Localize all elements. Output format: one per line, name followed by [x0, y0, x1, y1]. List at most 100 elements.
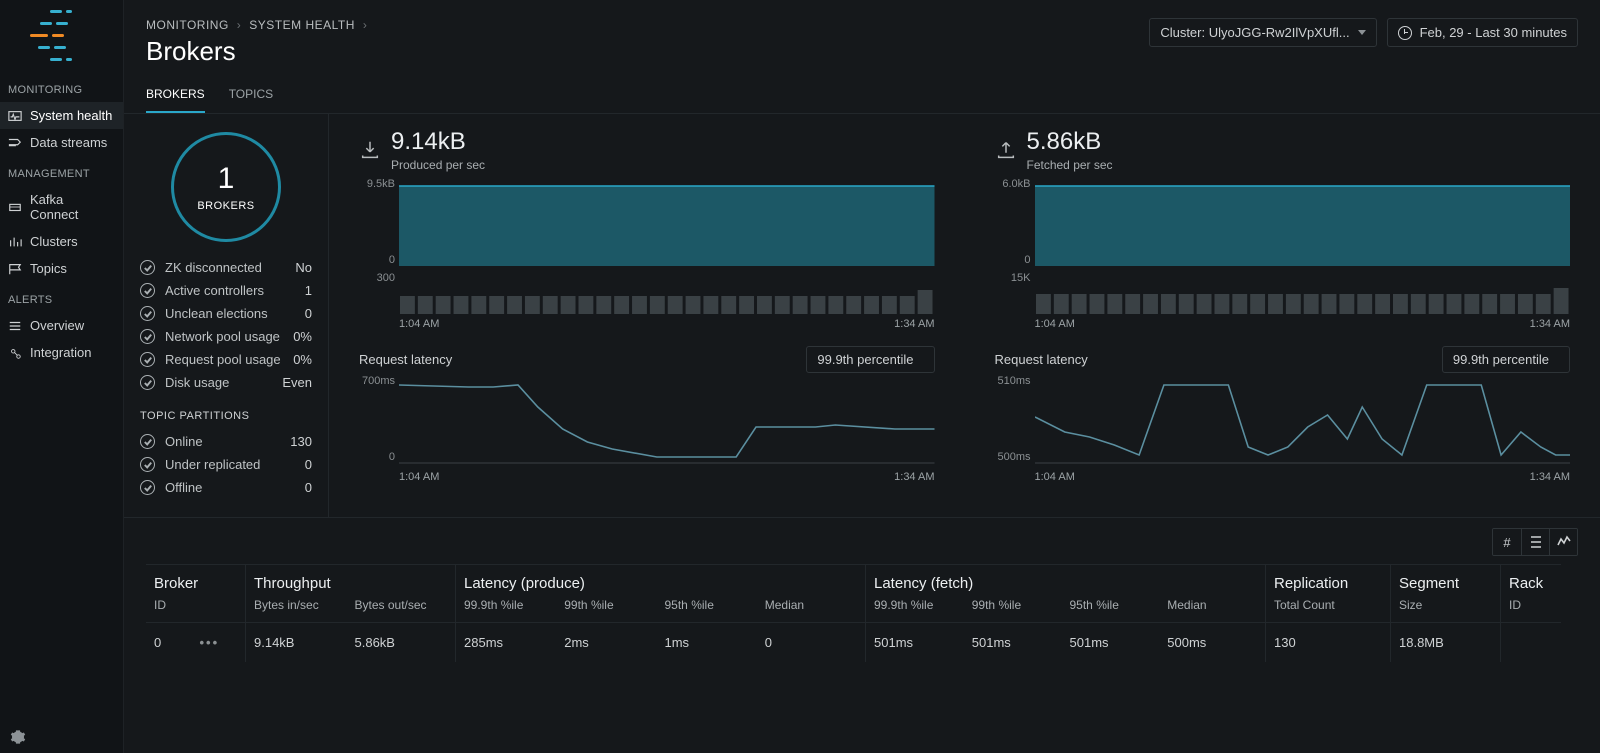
status-label: Offline	[165, 480, 202, 495]
status-label: ZK disconnected	[165, 260, 262, 275]
clock-icon	[1398, 26, 1412, 40]
nav-item-kafka-connect[interactable]: Kafka Connect	[0, 186, 123, 228]
table-col-label: ID	[1509, 598, 1561, 612]
y-tick: 9.5kB	[359, 178, 395, 190]
table-col-label: Total Count	[1274, 598, 1390, 612]
tab-topics[interactable]: TOPICS	[229, 87, 273, 113]
status-row: ZK disconnected No	[140, 256, 312, 279]
table-cell: 0•••	[146, 623, 246, 662]
x-tick: 1:04 AM	[1035, 471, 1075, 483]
view-spark-button[interactable]	[1549, 529, 1577, 555]
check-icon	[140, 283, 155, 298]
fetched-bar-chart	[1035, 274, 1571, 314]
y-tick: 0	[995, 254, 1031, 266]
table-cell: 285ms2ms1ms0	[456, 623, 866, 662]
table-subhead: Total Count	[1266, 594, 1391, 623]
row-menu-icon[interactable]: •••	[200, 635, 220, 650]
nav-item-label: Clusters	[30, 234, 78, 249]
produced-label: Produced per sec	[391, 158, 485, 172]
status-value: Even	[282, 375, 312, 390]
nav-item-data-streams[interactable]: Data streams	[0, 129, 123, 156]
partitions-header: TOPIC PARTITIONS	[140, 410, 312, 422]
table-col-label: Median	[765, 598, 865, 612]
produced-column: 9.14kB Produced per sec 9.5kB 0 300	[329, 114, 965, 517]
cell-value: 130	[1274, 635, 1390, 650]
main-content: MONITORING › SYSTEM HEALTH › Brokers Clu…	[124, 0, 1600, 753]
tab-brokers[interactable]: BROKERS	[146, 87, 205, 113]
cluster-selector[interactable]: Cluster: UlyoJGG-Rw2IlVpXUfl...	[1149, 18, 1376, 47]
fetched-label: Fetched per sec	[1027, 158, 1113, 172]
cluster-selector-label: Cluster: UlyoJGG-Rw2IlVpXUfl...	[1160, 25, 1349, 40]
table-cell: 9.14kB5.86kB	[246, 623, 456, 662]
fetched-area-chart	[1035, 180, 1571, 270]
fetched-value: 5.86kB	[1027, 128, 1113, 156]
table-col-label: 99th %ile	[564, 598, 664, 612]
percentile-label: 99.9th percentile	[817, 352, 913, 367]
status-label: Disk usage	[165, 375, 229, 390]
kafka-connect-icon	[8, 200, 22, 214]
view-hash-button[interactable]: #	[1493, 529, 1521, 555]
nav-section-title: MANAGEMENT	[0, 156, 123, 186]
fetched-column: 5.86kB Fetched per sec 6.0kB 0 15K	[965, 114, 1600, 517]
table-subhead: 99.9th %ile99th %ile95th %ileMedian	[866, 594, 1266, 623]
status-row: Network pool usage0%	[140, 325, 312, 348]
cell-value: 2ms	[564, 635, 664, 650]
latency-title: Request latency	[995, 352, 1088, 367]
nav-section-title: MONITORING	[0, 72, 123, 102]
status-label: Online	[165, 434, 203, 449]
sidebar: MONITORINGSystem healthData streamsMANAG…	[0, 0, 124, 753]
nav-item-label: Overview	[30, 318, 84, 333]
cell-value: 285ms	[464, 635, 564, 650]
status-value: 0	[305, 480, 312, 495]
status-row: Active controllers1	[140, 279, 312, 302]
table-col-label: 95th %ile	[665, 598, 765, 612]
cell-value: 0	[765, 635, 865, 650]
percentile-label: 99.9th percentile	[1453, 352, 1549, 367]
check-icon	[140, 457, 155, 472]
time-range-selector[interactable]: Feb, 29 - Last 30 minutes	[1387, 18, 1578, 47]
cell-value: 501ms	[972, 635, 1070, 650]
status-value: 0%	[293, 352, 312, 367]
status-row: Unclean elections0	[140, 302, 312, 325]
page-title: Brokers	[146, 36, 367, 67]
produced-value: 9.14kB	[391, 128, 485, 156]
nav-item-topics[interactable]: Topics	[0, 255, 123, 282]
crumb-monitoring[interactable]: MONITORING	[146, 18, 229, 32]
nav-item-overview[interactable]: Overview	[0, 312, 123, 339]
data-streams-icon	[8, 136, 22, 150]
y-tick: 300	[359, 272, 395, 284]
nav-item-clusters[interactable]: Clusters	[0, 228, 123, 255]
latency-title: Request latency	[359, 352, 452, 367]
cell-value: 500ms	[1167, 635, 1265, 650]
x-tick: 1:04 AM	[1035, 318, 1075, 330]
cell-value: 0	[154, 635, 200, 650]
check-icon	[140, 352, 155, 367]
crumb-system-health[interactable]: SYSTEM HEALTH	[249, 18, 355, 32]
percentile-select-fetch[interactable]: 99.9th percentile	[1442, 346, 1570, 373]
nav-item-integration[interactable]: Integration	[0, 339, 123, 366]
status-list: ZK disconnected No Active controllers1Uncl…	[140, 256, 312, 394]
view-bars-button[interactable]	[1521, 529, 1549, 555]
check-icon	[140, 375, 155, 390]
broker-summary-panel: 1 BROKERS ZK disconnectedNoActive contro…	[124, 114, 329, 517]
gauge-value: 1	[218, 162, 235, 196]
produced-area-chart	[399, 180, 935, 270]
settings-icon[interactable]	[10, 729, 26, 745]
check-icon	[140, 306, 155, 321]
status-value: No	[295, 260, 312, 275]
table-section-latency-fetch-: Latency (fetch)	[866, 564, 1266, 594]
table-col-label: ID	[154, 598, 245, 612]
table-col-label: Size	[1399, 598, 1500, 612]
nav-item-label: Kafka Connect	[30, 192, 115, 222]
status-row: Disk usage Even	[140, 371, 312, 394]
download-icon	[359, 139, 381, 161]
y-tick: 6.0kB	[995, 178, 1031, 190]
x-tick: 1:34 AM	[894, 318, 934, 330]
partitions-list: Online130Under replicated0Offline0	[140, 430, 312, 499]
table-cell: 130	[1266, 623, 1391, 662]
cell-value: 501ms	[874, 635, 972, 650]
table-cell: 501ms501ms501ms500ms	[866, 623, 1266, 662]
y-tick: 0	[359, 451, 395, 463]
nav-item-system-health[interactable]: System health	[0, 102, 123, 129]
percentile-select-produce[interactable]: 99.9th percentile	[806, 346, 934, 373]
